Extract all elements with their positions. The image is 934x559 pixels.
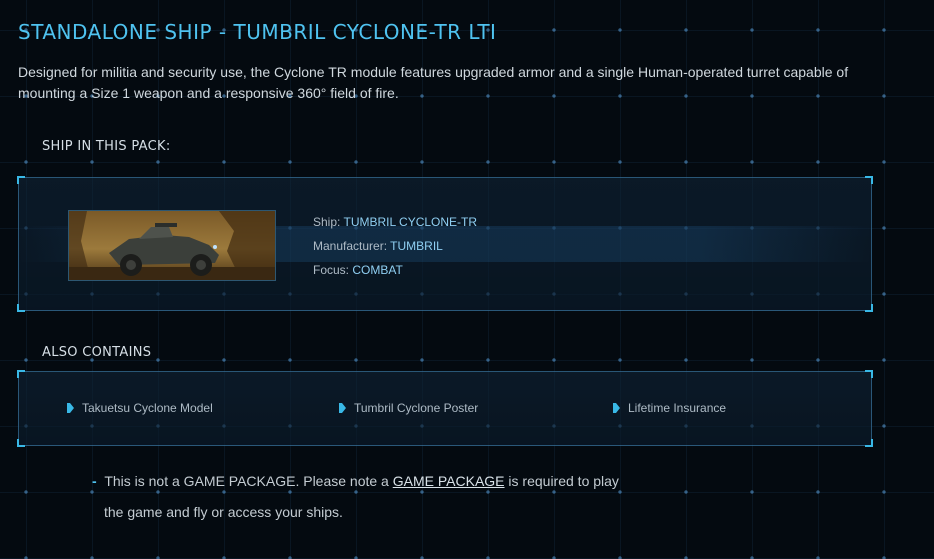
dash-icon: - xyxy=(92,473,97,489)
focus-value: COMBAT xyxy=(352,263,403,277)
ship-name-label: Ship: xyxy=(313,215,341,229)
manufacturer-label: Manufacturer: xyxy=(313,239,388,253)
also-contains-panel: Takuetsu Cyclone Model Tumbril Cyclone P… xyxy=(17,370,873,447)
ship-name-row: Ship: TUMBRIL CYCLONE-TR xyxy=(313,210,477,234)
also-contains-heading: ALSO CONTAINS xyxy=(42,345,152,360)
product-description: Designed for militia and security use, t… xyxy=(18,64,849,101)
panel-corner xyxy=(17,304,25,312)
ship-section-heading: SHIP IN THIS PACK: xyxy=(42,139,171,154)
panel-corner xyxy=(17,176,25,184)
bullet-icon xyxy=(613,403,620,413)
panel-corner xyxy=(17,370,25,378)
focus-row: Focus: COMBAT xyxy=(313,258,477,282)
ship-image[interactable] xyxy=(68,210,276,281)
contains-item-label: Takuetsu Cyclone Model xyxy=(82,401,213,415)
manufacturer-row: Manufacturer: TUMBRIL xyxy=(313,234,477,258)
notice-suffix: is required to play xyxy=(508,473,619,489)
game-package-notice: - This is not a GAME PACKAGE. Please not… xyxy=(92,466,619,528)
focus-label: Focus: xyxy=(313,263,350,277)
ship-name-value: TUMBRIL CYCLONE-TR xyxy=(343,215,478,229)
game-package-link[interactable]: GAME PACKAGE xyxy=(393,473,505,489)
panel-corner xyxy=(17,439,25,447)
contains-item: Tumbril Cyclone Poster xyxy=(339,401,478,415)
contains-item-label: Tumbril Cyclone Poster xyxy=(354,401,479,415)
notice-prefix: This is not a GAME PACKAGE. Please note … xyxy=(104,473,389,489)
manufacturer-value: TUMBRIL xyxy=(390,239,443,253)
contains-item: Lifetime Insurance xyxy=(613,401,726,415)
ship-vehicle-illustration xyxy=(69,211,275,280)
panel-corner xyxy=(865,304,873,312)
ship-details: Ship: TUMBRIL CYCLONE-TR Manufacturer: T… xyxy=(313,210,477,282)
bullet-icon xyxy=(339,403,346,413)
notice-line-2: the game and fly or access your ships. xyxy=(104,504,343,520)
notice-line-1: - This is not a GAME PACKAGE. Please not… xyxy=(92,466,619,497)
panel-corner xyxy=(865,370,873,378)
panel-corner xyxy=(865,176,873,184)
contains-item-label: Lifetime Insurance xyxy=(628,401,727,415)
panel-corner xyxy=(865,439,873,447)
page-title: STANDALONE SHIP - TUMBRIL CYCLONE-TR LTI xyxy=(18,20,497,44)
ship-panel: Ship: TUMBRIL CYCLONE-TR Manufacturer: T… xyxy=(17,176,873,312)
bullet-icon xyxy=(67,403,74,413)
contains-item: Takuetsu Cyclone Model xyxy=(67,401,213,415)
